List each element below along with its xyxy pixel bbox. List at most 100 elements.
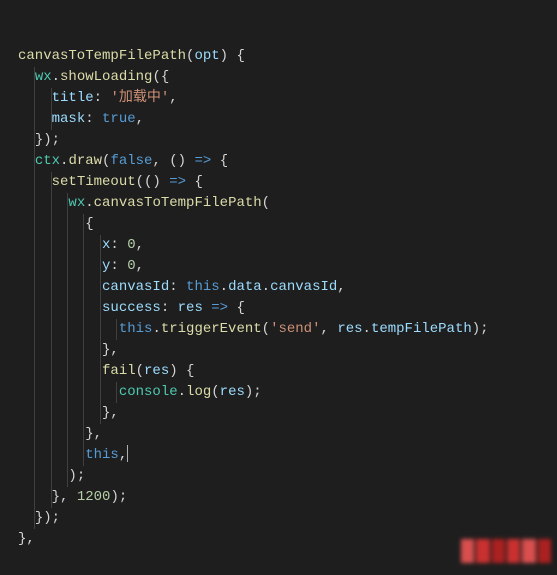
code-line: },	[18, 403, 549, 424]
token-punc: },	[102, 405, 119, 421]
code-line: });	[18, 130, 549, 151]
token-punc: ) {	[169, 363, 194, 379]
token-punc: .	[52, 69, 60, 85]
token-punc: .	[178, 384, 186, 400]
token-punc: });	[35, 132, 60, 148]
code-line: success: res => {	[18, 298, 549, 319]
token-punc: {	[85, 216, 93, 232]
code-line: ctx.draw(false, () => {	[18, 151, 549, 172]
token-obj: console	[119, 384, 178, 400]
token-key: mask	[52, 111, 86, 127]
token-num: 0	[127, 237, 135, 253]
token-punc: ,	[337, 279, 345, 295]
code-line: fail(res) {	[18, 361, 549, 382]
token-obj: wx	[35, 69, 52, 85]
token-punc: },	[52, 489, 77, 505]
token-punc: (	[136, 363, 144, 379]
token-punc: ({	[152, 69, 169, 85]
token-fn: showLoading	[60, 69, 152, 85]
token-param: res	[178, 300, 203, 316]
token-punc: :	[110, 258, 127, 274]
token-punc: (	[211, 384, 219, 400]
token-obj: wx	[68, 195, 85, 211]
token-punc: :	[94, 90, 111, 106]
token-fn: canvasToTempFilePath	[18, 48, 186, 64]
code-content: canvasToTempFilePath(opt) { wx.showLoadi…	[18, 46, 549, 550]
token-punc: {	[228, 300, 245, 316]
token-punc: , ()	[152, 153, 194, 169]
token-fn: canvasToTempFilePath	[94, 195, 262, 211]
code-line: },	[18, 424, 549, 445]
token-punc: (	[262, 321, 270, 337]
token-punc: );	[245, 384, 262, 400]
token-punc: {	[211, 153, 228, 169]
token-key: title	[52, 90, 94, 106]
token-param: res	[220, 384, 245, 400]
token-punc: :	[169, 279, 186, 295]
token-punc: .	[262, 279, 270, 295]
token-this: this	[186, 279, 220, 295]
token-punc: );	[472, 321, 489, 337]
token-prop: canvasId	[270, 279, 337, 295]
code-line: console.log(res);	[18, 382, 549, 403]
code-line: this.triggerEvent('send', res.tempFilePa…	[18, 319, 549, 340]
token-param: res	[337, 321, 362, 337]
code-line: x: 0,	[18, 235, 549, 256]
code-line: },	[18, 529, 549, 550]
token-punc: );	[68, 468, 85, 484]
code-line: canvasId: this.data.canvasId,	[18, 277, 549, 298]
code-line: y: 0,	[18, 256, 549, 277]
token-prop: data	[228, 279, 262, 295]
token-bool: true	[102, 111, 136, 127]
token-punc	[203, 300, 211, 316]
token-punc: );	[110, 489, 127, 505]
token-punc: :	[161, 300, 178, 316]
token-num: 1200	[77, 489, 111, 505]
token-punc: ,	[119, 447, 127, 463]
token-punc: },	[102, 342, 119, 358]
code-line: this,	[18, 445, 549, 466]
token-this: this	[119, 321, 153, 337]
token-kw: =>	[169, 174, 186, 190]
token-param: opt	[194, 48, 219, 64]
code-line: setTimeout(() => {	[18, 172, 549, 193]
token-fn: triggerEvent	[161, 321, 262, 337]
token-str: 'send'	[270, 321, 320, 337]
token-punc: (()	[136, 174, 170, 190]
token-punc: .	[220, 279, 228, 295]
token-punc: .	[152, 321, 160, 337]
token-str: '加载中'	[110, 90, 169, 106]
token-punc: ,	[136, 258, 144, 274]
token-fn: log	[186, 384, 211, 400]
code-line: {	[18, 214, 549, 235]
token-key: canvasId	[102, 279, 169, 295]
code-line: wx.canvasToTempFilePath(	[18, 193, 549, 214]
token-param: res	[144, 363, 169, 379]
code-line: mask: true,	[18, 109, 549, 130]
text-cursor	[127, 445, 128, 462]
token-prop: tempFilePath	[371, 321, 472, 337]
code-line: title: '加载中',	[18, 88, 549, 109]
token-fn: fail	[102, 363, 136, 379]
token-bool: false	[110, 153, 152, 169]
token-punc: ,	[321, 321, 338, 337]
code-line: });	[18, 508, 549, 529]
token-punc: (	[262, 195, 270, 211]
code-line: }, 1200);	[18, 487, 549, 508]
code-editor[interactable]: canvasToTempFilePath(opt) { wx.showLoadi…	[0, 0, 557, 575]
token-fn: draw	[68, 153, 102, 169]
token-punc: .	[85, 195, 93, 211]
token-kw: =>	[194, 153, 211, 169]
token-punc: });	[35, 510, 60, 526]
code-line: canvasToTempFilePath(opt) {	[18, 46, 549, 67]
token-kw: =>	[211, 300, 228, 316]
token-punc: {	[186, 174, 203, 190]
token-punc: :	[85, 111, 102, 127]
token-punc: ,	[169, 90, 177, 106]
token-punc: },	[18, 531, 35, 547]
code-line: );	[18, 466, 549, 487]
token-punc: ,	[136, 111, 144, 127]
code-line: },	[18, 340, 549, 361]
token-num: 0	[127, 258, 135, 274]
token-this: this	[85, 447, 119, 463]
